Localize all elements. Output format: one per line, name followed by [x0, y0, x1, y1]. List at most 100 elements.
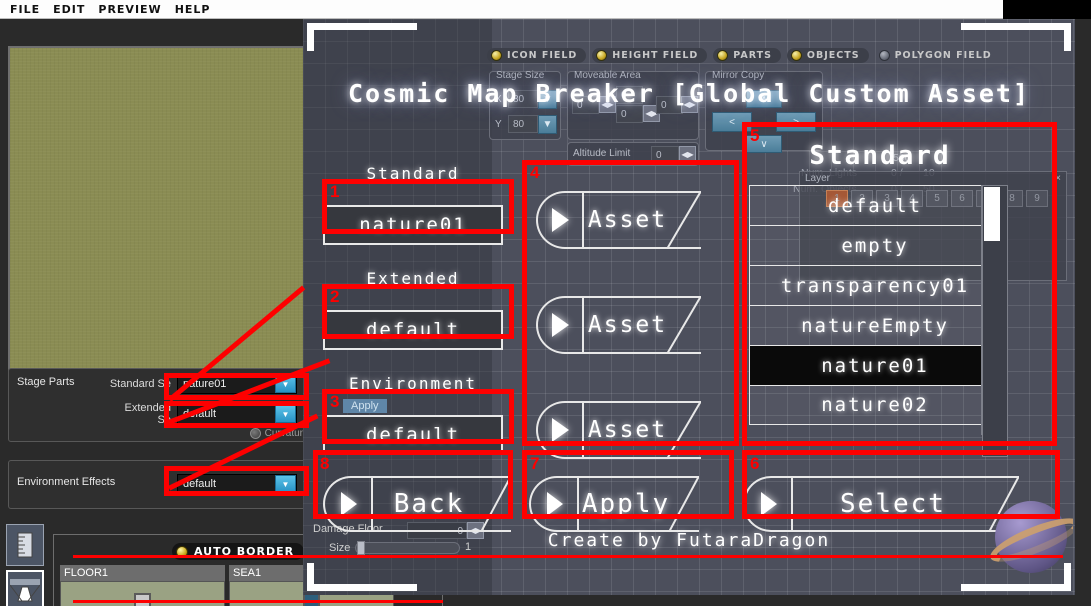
list-item[interactable]: empty: [749, 225, 1001, 265]
perspective-tool-icon[interactable]: [6, 570, 44, 606]
back-button[interactable]: Back: [323, 476, 511, 532]
menu-item-help[interactable]: HELP: [175, 3, 211, 16]
frame-corner-tl-h: [307, 23, 417, 30]
tile-floor1[interactable]: FLOOR1: [60, 565, 225, 606]
asset-list: default empty transparency01 natureEmpty…: [749, 185, 1001, 425]
frame-corner-tr-v: [1064, 23, 1071, 51]
menu-item-preview[interactable]: PREVIEW: [98, 3, 161, 16]
select-button-label: Select: [840, 489, 946, 519]
global-custom-asset-dialog: ICON FIELD HEIGHT FIELD PARTS OBJECTS PO…: [303, 19, 1075, 595]
annotation-number-8: 8: [320, 454, 330, 473]
credit-text: Create by FutaraDragon: [547, 530, 831, 551]
tile-swatch: [134, 592, 151, 606]
asset-button-label: Asset: [587, 207, 668, 233]
stage-size-y-field[interactable]: 80: [508, 115, 538, 133]
altitude-limit-field[interactable]: 0: [651, 146, 679, 164]
stage-parts-panel: Stage Parts Standard Se nature01 ▼ Exten…: [8, 368, 310, 442]
list-item-label: default: [827, 194, 923, 217]
divider: [582, 401, 584, 459]
led-icon: [878, 50, 890, 61]
play-icon: [761, 492, 777, 516]
corner-slash-icon: [667, 191, 701, 249]
scrollbar-thumb[interactable]: [984, 187, 1000, 241]
menu-item-edit[interactable]: EDIT: [53, 3, 85, 16]
frame-corner-br-v: [1064, 563, 1071, 591]
tab-height-field[interactable]: HEIGHT FIELD: [592, 48, 708, 63]
corner-slash-icon: [667, 296, 701, 354]
extended-set-label: Extended Se: [124, 402, 171, 426]
apply-chip[interactable]: Apply: [343, 399, 387, 413]
tab-label: PARTS: [733, 50, 772, 61]
led-icon: [176, 545, 188, 558]
tab-objects[interactable]: OBJECTS: [786, 48, 869, 63]
list-item-label: nature01: [821, 354, 929, 377]
environment-value-text: default: [365, 424, 461, 446]
led-icon: [491, 50, 502, 61]
tab-icon-field[interactable]: ICON FIELD: [487, 48, 587, 63]
menu-item-file[interactable]: FILE: [10, 3, 40, 16]
select-button[interactable]: Select: [743, 476, 1019, 532]
chevron-down-icon[interactable]: ▼: [275, 405, 296, 423]
divider: [371, 476, 373, 532]
asset-button-1[interactable]: Asset: [536, 191, 701, 249]
chevron-down-icon[interactable]: ▼: [538, 115, 557, 134]
play-icon: [552, 208, 569, 232]
ruler-tool-icon[interactable]: [6, 524, 44, 566]
menu-bar: FILE EDIT PREVIEW HELP: [0, 0, 1003, 19]
annotation-number-6: 6: [750, 454, 760, 473]
altitude-limit-label: Altitude Limit: [573, 148, 631, 159]
tool-rail: [6, 524, 46, 606]
apply-button[interactable]: Apply: [529, 476, 699, 532]
altitude-limit-group: Altitude Limit 0 ◀▶: [567, 142, 699, 166]
corner-slash-icon: [669, 476, 699, 532]
asset-button-label: Asset: [587, 312, 668, 338]
list-item-label: nature02: [821, 394, 929, 416]
apply-button-label: Apply: [581, 489, 671, 519]
asset-button-2[interactable]: Asset: [536, 296, 701, 354]
extended-value-button[interactable]: default: [323, 310, 503, 350]
corner-slash-icon: [667, 401, 701, 459]
tab-label: POLYGON FIELD: [894, 50, 992, 61]
led-icon: [596, 50, 608, 61]
annotation-number-1: 1: [330, 182, 340, 201]
list-item[interactable]: transparency01: [749, 265, 1001, 305]
mirror-right-button[interactable]: >: [776, 112, 816, 132]
environment-effects-title: Environment Effects: [17, 476, 116, 488]
spinner-icon[interactable]: ◀▶: [679, 146, 696, 163]
tile-body[interactable]: [60, 581, 225, 606]
tab-parts[interactable]: PARTS: [713, 48, 781, 63]
stage-parts-title: Stage Parts: [17, 376, 75, 388]
list-item-label: natureEmpty: [801, 314, 949, 337]
play-icon: [552, 313, 569, 337]
asset-button-3[interactable]: Asset: [536, 401, 701, 459]
auto-border-toggle[interactable]: AUTO BORDER: [172, 543, 305, 560]
section-label-extended: Extended: [366, 269, 460, 288]
section-label-standard: Standard: [366, 164, 460, 183]
divider: [791, 476, 793, 532]
frame-corner-br-h: [961, 584, 1071, 591]
asset-list-panel: Standard default empty transparency01 na…: [749, 141, 1011, 453]
frame-corner-tr-h: [961, 23, 1071, 30]
tab-polygon-field[interactable]: POLYGON FIELD: [875, 48, 1001, 63]
list-item[interactable]: natureEmpty: [749, 305, 1001, 345]
list-item[interactable]: default: [749, 185, 1001, 225]
chevron-down-icon[interactable]: ▼: [275, 475, 296, 493]
close-icon[interactable]: ×: [1055, 173, 1061, 184]
play-icon: [341, 492, 357, 516]
list-item-label: empty: [841, 234, 909, 257]
asset-list-header: Standard: [809, 141, 951, 171]
field-tabs: ICON FIELD HEIGHT FIELD PARTS OBJECTS PO…: [487, 48, 1001, 63]
standard-set-label: Standard Se: [109, 378, 171, 390]
screenshot-root: FILE EDIT PREVIEW HELP Stage Parts Stand…: [0, 0, 1091, 606]
annotation-number-2: 2: [330, 287, 340, 306]
divider: [577, 476, 579, 532]
outer-scrollbar[interactable]: [982, 185, 1008, 457]
divider: [582, 296, 584, 354]
list-item[interactable]: nature02: [749, 385, 1001, 425]
environment-value-button[interactable]: default: [323, 415, 503, 455]
radio-icon[interactable]: [249, 428, 261, 439]
mirror-left-button[interactable]: <: [712, 112, 752, 132]
list-item-selected[interactable]: nature01: [749, 345, 1001, 385]
standard-value-button[interactable]: nature01: [323, 205, 503, 245]
layer-tab-9[interactable]: 9: [1026, 190, 1048, 207]
